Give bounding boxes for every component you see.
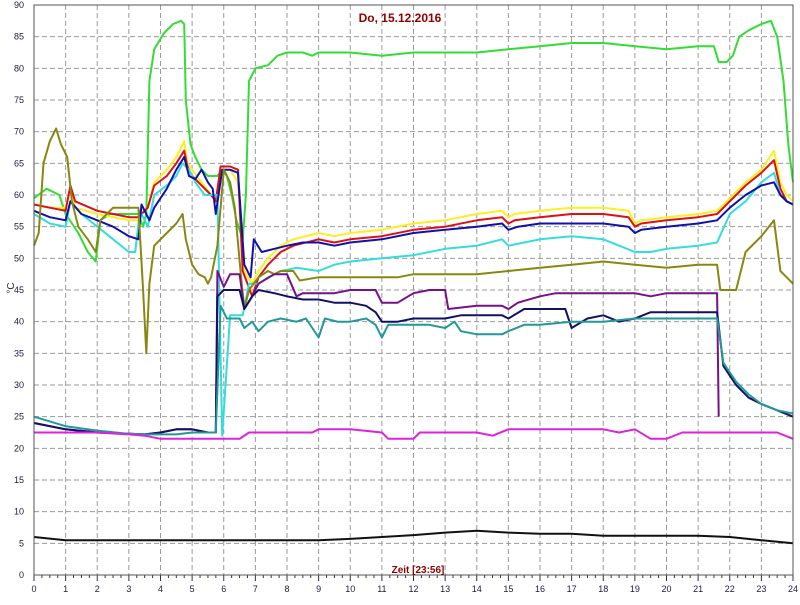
x-tick-label: 10 xyxy=(345,584,355,594)
y-axis-title: °C xyxy=(6,282,17,293)
y-tick-label: 35 xyxy=(14,348,24,358)
x-tick-label: 6 xyxy=(221,584,226,594)
chart-background xyxy=(0,0,800,600)
chart-svg: 0 1 2 3 4 5 6 7 8 9 10 11 12 13 14 15 16 17 18 19 20 21 22 23 24… xyxy=(0,0,800,600)
x-tick-label: 19 xyxy=(630,584,640,594)
x-tick-label: 11 xyxy=(377,584,386,594)
x-tick-label: 14 xyxy=(472,584,482,594)
x-tick-label: 8 xyxy=(284,584,289,594)
y-tick-label: 20 xyxy=(14,443,24,453)
y-tick-label: 55 xyxy=(14,222,24,232)
y-tick-label: 70 xyxy=(14,127,24,137)
x-tick-label: 24 xyxy=(788,584,798,594)
y-tick-label: 75 xyxy=(14,95,24,105)
chart-title: Do, 15.12.2016 xyxy=(359,11,442,25)
x-tick-label: 12 xyxy=(408,584,418,594)
x-tick-label: 23 xyxy=(756,584,766,594)
x-tick-label: 2 xyxy=(95,584,100,594)
y-tick-label: 5 xyxy=(19,538,24,548)
x-tick-label: 0 xyxy=(31,584,36,594)
y-tick-label: 85 xyxy=(14,32,24,42)
x-tick-label: 1 xyxy=(63,584,68,594)
y-tick-label: 15 xyxy=(14,475,24,485)
x-axis-title: Zeit [23:56] xyxy=(392,565,445,576)
x-tick-label: 15 xyxy=(503,584,513,594)
y-tick-label: 30 xyxy=(14,380,24,390)
y-tick-label: 0 xyxy=(19,570,24,580)
chart-container: 0 1 2 3 4 5 6 7 8 9 10 11 12 13 14 15 16 17 18 19 20 21 22 23 24… xyxy=(0,0,800,600)
x-tick-label: 3 xyxy=(126,584,131,594)
x-tick-label: 9 xyxy=(316,584,321,594)
x-tick-label: 7 xyxy=(253,584,258,594)
x-tick-label: 5 xyxy=(190,584,195,594)
y-tick-label: 10 xyxy=(14,507,24,517)
y-tick-label: 60 xyxy=(14,190,24,200)
x-tick-label: 18 xyxy=(598,584,608,594)
x-tick-label: 17 xyxy=(567,584,577,594)
x-tick-label: 20 xyxy=(661,584,671,594)
x-tick-label: 22 xyxy=(725,584,735,594)
y-tick-label: 65 xyxy=(14,158,24,168)
x-tick-label: 13 xyxy=(440,584,450,594)
y-tick-label: 25 xyxy=(14,412,24,422)
y-tick-label: 90 xyxy=(14,0,24,10)
y-tick-label: 40 xyxy=(14,317,24,327)
x-tick-label: 16 xyxy=(535,584,545,594)
x-tick-label: 4 xyxy=(158,584,163,594)
x-tick-label: 21 xyxy=(693,584,703,594)
y-tick-label: 80 xyxy=(14,63,24,73)
y-tick-label: 50 xyxy=(14,253,24,263)
